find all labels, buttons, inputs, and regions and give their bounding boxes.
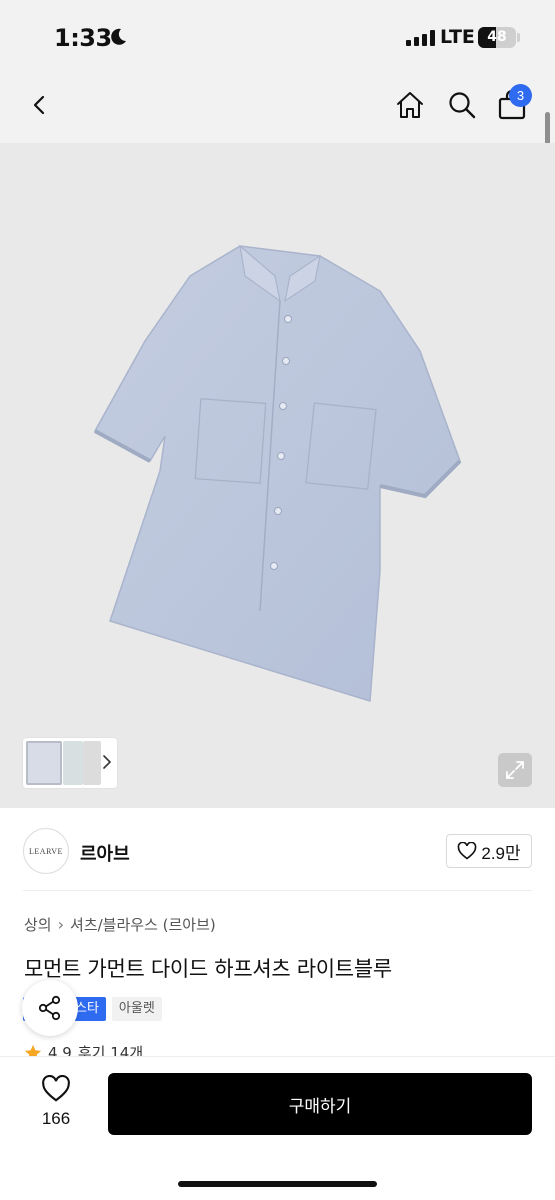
shirt-image: [93, 244, 462, 702]
chevron-right-icon[interactable]: [101, 752, 113, 772]
wishlist-button[interactable]: 166: [26, 1075, 86, 1139]
heart-icon: [42, 1075, 70, 1102]
buy-button[interactable]: 구매하기: [108, 1073, 532, 1135]
thumbnail-3[interactable]: [83, 741, 101, 785]
status-time: 1:33: [54, 24, 112, 52]
thumbnail-1[interactable]: [26, 741, 62, 785]
heart-icon: [458, 842, 477, 860]
search-button[interactable]: [442, 85, 482, 125]
thumbnail-2[interactable]: [63, 741, 83, 785]
breadcrumb-item-top[interactable]: 상의: [24, 914, 52, 935]
home-icon: [397, 92, 423, 118]
battery-level: 48: [487, 29, 507, 45]
search-icon: [449, 92, 476, 119]
wishlist-count: 166: [41, 1109, 71, 1128]
back-button[interactable]: [22, 87, 58, 123]
divider: [23, 890, 532, 891]
network-label: LTE: [440, 26, 475, 48]
signal-icon: [406, 30, 435, 46]
back-icon: [33, 95, 45, 115]
home-button[interactable]: [390, 85, 430, 125]
share-button[interactable]: [22, 980, 78, 1036]
expand-button[interactable]: [498, 753, 532, 787]
cart-count-badge: 3: [509, 84, 532, 107]
breadcrumb: 상의 › 셔츠/블라우스 (르아브): [24, 914, 216, 935]
product-title: 모먼트 가먼트 다이드 하프셔츠 라이트블루: [24, 957, 392, 981]
brand-like-button[interactable]: 2.9만: [446, 834, 532, 868]
battery-tip: [517, 33, 520, 42]
thumbnail-strip[interactable]: [23, 738, 117, 788]
share-icon: [38, 995, 61, 1021]
app-header: [0, 75, 555, 143]
brand-row[interactable]: LEARVE 르아브 2.9만: [0, 808, 555, 890]
bottom-action-bar: 166 구매하기: [0, 1056, 555, 1200]
status-bar: 1:33 LTE 48: [0, 0, 555, 75]
battery-icon: 48: [478, 27, 516, 48]
brand-name[interactable]: 르아브: [80, 840, 130, 866]
home-indicator[interactable]: [178, 1181, 377, 1187]
brand-logo[interactable]: LEARVE: [23, 828, 69, 874]
brand-like-count: 2.9만: [481, 843, 521, 863]
tag-outlet: 아울렛: [111, 997, 162, 1021]
breadcrumb-item-category[interactable]: 셔츠/블라우스 (르아브): [70, 914, 216, 935]
expand-icon: [506, 761, 524, 779]
product-image[interactable]: [0, 143, 555, 808]
moon-icon: [108, 27, 128, 51]
chevron-right-icon: ›: [57, 915, 65, 934]
